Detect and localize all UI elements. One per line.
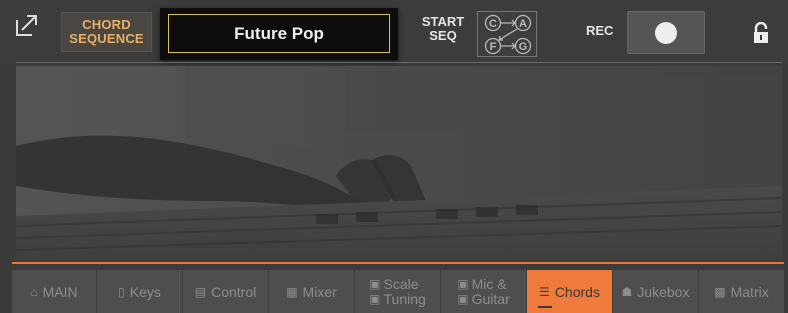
tab-main[interactable]: ⌂ MAIN [12, 270, 97, 313]
scale-icon: ▣ [369, 277, 381, 291]
app-screen: CHORD SEQUENCE Future Pop START SEQ C A … [0, 0, 788, 313]
svg-text:F: F [490, 41, 497, 53]
chord-sequence-button[interactable]: CHORD SEQUENCE [61, 12, 152, 52]
unlock-icon[interactable] [752, 22, 770, 44]
home-icon: ⌂ [30, 284, 38, 299]
bottom-tab-bar: ⌂ MAIN ▯ Keys ▤ Control ▦ Mixer ▣ Scale ▣… [12, 270, 784, 313]
start-seq-label: START SEQ [421, 14, 465, 43]
tab-matrix[interactable]: ▩ Matrix [699, 270, 784, 313]
svg-text:C: C [489, 18, 497, 30]
chords-icon: ☰ [539, 284, 550, 299]
rec-button[interactable] [627, 11, 705, 54]
control-icon: ▤ [194, 284, 207, 299]
style-name-display[interactable]: Future Pop [160, 8, 398, 60]
piano-hands-image [16, 66, 782, 262]
tab-scale-tuning[interactable]: ▣ Scale ▣ Tuning [355, 270, 441, 313]
tab-jukebox[interactable]: ☗ Jukebox [613, 270, 699, 313]
chord-sequence-icon: C A F G [484, 14, 532, 55]
tab-control[interactable]: ▤ Control [183, 270, 269, 313]
tuning-icon: ▣ [369, 292, 381, 306]
tab-mixer[interactable]: ▦ Mixer [269, 270, 355, 313]
svg-text:G: G [519, 41, 528, 53]
svg-text:A: A [519, 18, 527, 30]
matrix-icon: ▩ [714, 284, 726, 299]
style-name: Future Pop [168, 14, 390, 53]
mic-icon: ▣ [457, 277, 469, 291]
guitar-icon: ▣ [457, 292, 469, 306]
rec-indicator [655, 22, 677, 44]
tab-keys[interactable]: ▯ Keys [97, 270, 183, 313]
chord-sequence-label-line2: SEQUENCE [69, 31, 144, 46]
top-divider [16, 62, 782, 63]
rec-label: REC [586, 23, 614, 38]
chord-sequence-label-line1: CHORD [82, 17, 131, 32]
accent-divider [12, 262, 784, 264]
background-photo [16, 66, 782, 262]
jukebox-icon: ☗ [621, 284, 633, 299]
expand-icon[interactable] [14, 12, 40, 38]
start-seq-button[interactable]: C A F G [477, 11, 537, 57]
keys-icon: ▯ [118, 284, 125, 299]
active-tab-underline [538, 306, 552, 308]
top-bar: CHORD SEQUENCE Future Pop START SEQ C A … [0, 0, 788, 62]
tab-mic-guitar[interactable]: ▣ Mic & ▣ Guitar [441, 270, 527, 313]
mixer-icon: ▦ [286, 284, 298, 299]
